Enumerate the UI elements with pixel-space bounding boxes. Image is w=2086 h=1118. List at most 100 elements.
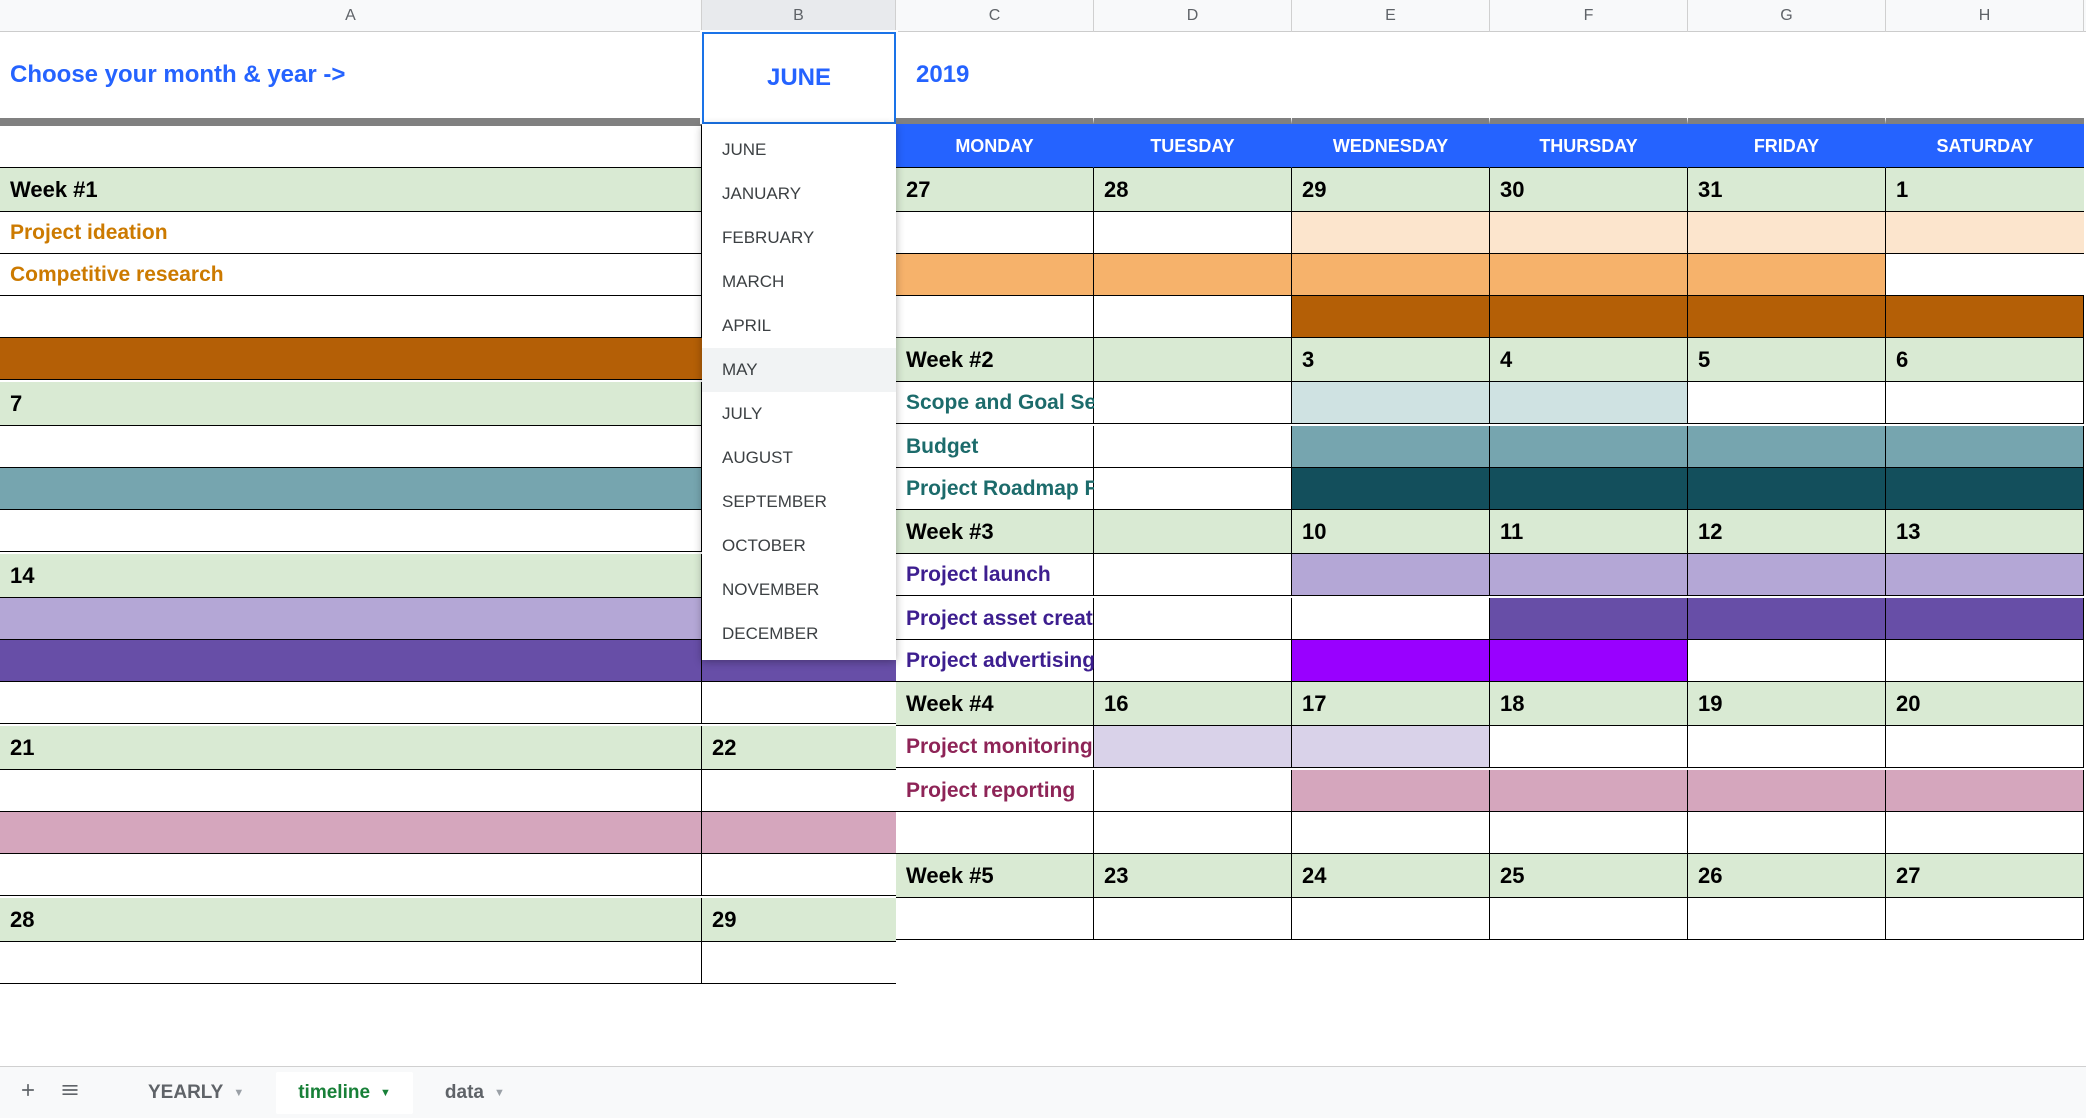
- task-gantt-cell[interactable]: [1688, 598, 1886, 640]
- task-gantt-cell[interactable]: [1886, 726, 2084, 768]
- task-gantt-cell[interactable]: [1094, 212, 1292, 254]
- task-gantt-cell[interactable]: [1490, 812, 1688, 854]
- task-gantt-cell[interactable]: [1688, 770, 1886, 812]
- week-date-cell[interactable]: 30: [1490, 168, 1688, 212]
- week-date-cell[interactable]: 27: [896, 168, 1094, 212]
- week-date-cell[interactable]: 18: [1490, 682, 1688, 726]
- task-gantt-cell[interactable]: [1688, 640, 1886, 682]
- task-gantt-cell[interactable]: [1292, 468, 1490, 510]
- week-date-cell[interactable]: 24: [1292, 854, 1490, 898]
- col-header-A[interactable]: A: [0, 0, 702, 32]
- week-label[interactable]: Week #4: [896, 682, 1094, 726]
- empty-cell[interactable]: [1292, 32, 1490, 124]
- task-gantt-cell[interactable]: [1094, 898, 1292, 940]
- add-sheet-button[interactable]: [12, 1074, 44, 1112]
- day-header-left[interactable]: [0, 124, 702, 168]
- dropdown-option[interactable]: APRIL: [702, 304, 896, 348]
- task-gantt-cell[interactable]: [1688, 296, 1886, 338]
- task-gantt-cell[interactable]: [1490, 640, 1688, 682]
- week-label[interactable]: Week #3: [896, 510, 1094, 554]
- task-label[interactable]: Competitive research: [0, 254, 702, 296]
- task-label[interactable]: Project ideation: [0, 212, 702, 254]
- week-date-cell[interactable]: 27: [1886, 854, 2084, 898]
- dropdown-option[interactable]: SEPTEMBER: [702, 480, 896, 524]
- task-gantt-cell[interactable]: [1886, 296, 2084, 338]
- empty-cell[interactable]: [1688, 32, 1886, 124]
- day-header-saturday[interactable]: SATURDAY: [1886, 124, 2084, 168]
- week-date-cell[interactable]: [1094, 510, 1292, 554]
- week-date-cell[interactable]: 12: [1688, 510, 1886, 554]
- tab-timeline[interactable]: timeline ▼: [276, 1072, 413, 1114]
- task-gantt-cell[interactable]: [1490, 770, 1688, 812]
- task-gantt-cell[interactable]: [1094, 296, 1292, 338]
- task-gantt-cell[interactable]: [1688, 382, 1886, 424]
- col-header-C[interactable]: C: [896, 0, 1094, 32]
- task-gantt-cell[interactable]: [1490, 296, 1688, 338]
- week-date-cell[interactable]: 7: [0, 382, 702, 426]
- col-header-B[interactable]: B: [702, 0, 896, 32]
- task-gantt-cell[interactable]: [1688, 468, 1886, 510]
- day-header-tuesday[interactable]: TUESDAY: [1094, 124, 1292, 168]
- week-date-cell[interactable]: 21: [0, 726, 702, 770]
- week-date-cell[interactable]: 31: [1688, 168, 1886, 212]
- task-label[interactable]: [896, 812, 1094, 854]
- task-gantt-cell[interactable]: [1292, 898, 1490, 940]
- week-label[interactable]: Week #1: [0, 168, 702, 212]
- task-gantt-cell[interactable]: [702, 854, 896, 896]
- week-date-cell[interactable]: 10: [1292, 510, 1490, 554]
- task-label[interactable]: Project Roadmap Finalized: [896, 468, 1094, 510]
- task-gantt-cell[interactable]: [1292, 598, 1490, 640]
- task-gantt-cell[interactable]: [0, 468, 702, 510]
- dropdown-option[interactable]: DECEMBER: [702, 612, 896, 656]
- week-date-cell[interactable]: 19: [1688, 682, 1886, 726]
- dropdown-option[interactable]: JANUARY: [702, 172, 896, 216]
- task-gantt-cell[interactable]: [0, 812, 702, 854]
- empty-cell[interactable]: [1094, 32, 1292, 124]
- empty-cell[interactable]: [1886, 32, 2084, 124]
- task-gantt-cell[interactable]: [1094, 812, 1292, 854]
- task-gantt-cell[interactable]: [0, 770, 702, 812]
- week-date-cell[interactable]: 25: [1490, 854, 1688, 898]
- task-gantt-cell[interactable]: [1292, 726, 1490, 768]
- task-gantt-cell[interactable]: [0, 640, 702, 682]
- task-gantt-cell[interactable]: [1094, 468, 1292, 510]
- dropdown-option[interactable]: NOVEMBER: [702, 568, 896, 612]
- task-gantt-cell[interactable]: [896, 212, 1094, 254]
- task-gantt-cell[interactable]: [1094, 726, 1292, 768]
- task-gantt-cell[interactable]: [1094, 426, 1292, 468]
- week-date-cell[interactable]: 20: [1886, 682, 2084, 726]
- task-gantt-cell[interactable]: [896, 254, 1094, 296]
- task-gantt-cell[interactable]: [1688, 426, 1886, 468]
- week-date-cell[interactable]: 6: [1886, 338, 2084, 382]
- task-gantt-cell[interactable]: [1490, 212, 1688, 254]
- task-gantt-cell[interactable]: [702, 812, 896, 854]
- day-header-monday[interactable]: MONDAY: [896, 124, 1094, 168]
- week-label[interactable]: Week #5: [896, 854, 1094, 898]
- task-gantt-cell[interactable]: [1886, 598, 2084, 640]
- task-gantt-cell[interactable]: [0, 598, 702, 640]
- task-gantt-cell[interactable]: [1490, 598, 1688, 640]
- task-gantt-cell[interactable]: [1886, 554, 2084, 596]
- task-gantt-cell[interactable]: [1292, 812, 1490, 854]
- week-date-cell[interactable]: 1: [1886, 168, 2084, 212]
- week-date-cell[interactable]: [1094, 338, 1292, 382]
- task-gantt-cell[interactable]: [1886, 426, 2084, 468]
- col-header-H[interactable]: H: [1886, 0, 2084, 32]
- task-gantt-cell[interactable]: [1292, 254, 1490, 296]
- task-gantt-cell[interactable]: [1688, 726, 1886, 768]
- task-gantt-cell[interactable]: [1094, 382, 1292, 424]
- week-date-cell[interactable]: 13: [1886, 510, 2084, 554]
- all-sheets-button[interactable]: [54, 1074, 86, 1112]
- task-gantt-cell[interactable]: [1094, 554, 1292, 596]
- task-gantt-cell[interactable]: [1292, 212, 1490, 254]
- task-label[interactable]: Project asset creation: [896, 598, 1094, 640]
- task-gantt-cell[interactable]: [1886, 770, 2084, 812]
- task-gantt-cell[interactable]: [702, 770, 896, 812]
- task-gantt-cell[interactable]: [1886, 468, 2084, 510]
- year-cell[interactable]: 2019: [896, 32, 1094, 124]
- week-date-cell[interactable]: 28: [0, 898, 702, 942]
- task-gantt-cell[interactable]: [1688, 898, 1886, 940]
- week-date-cell[interactable]: 29: [1292, 168, 1490, 212]
- task-label[interactable]: Project reporting: [896, 770, 1094, 812]
- task-gantt-cell[interactable]: [1292, 640, 1490, 682]
